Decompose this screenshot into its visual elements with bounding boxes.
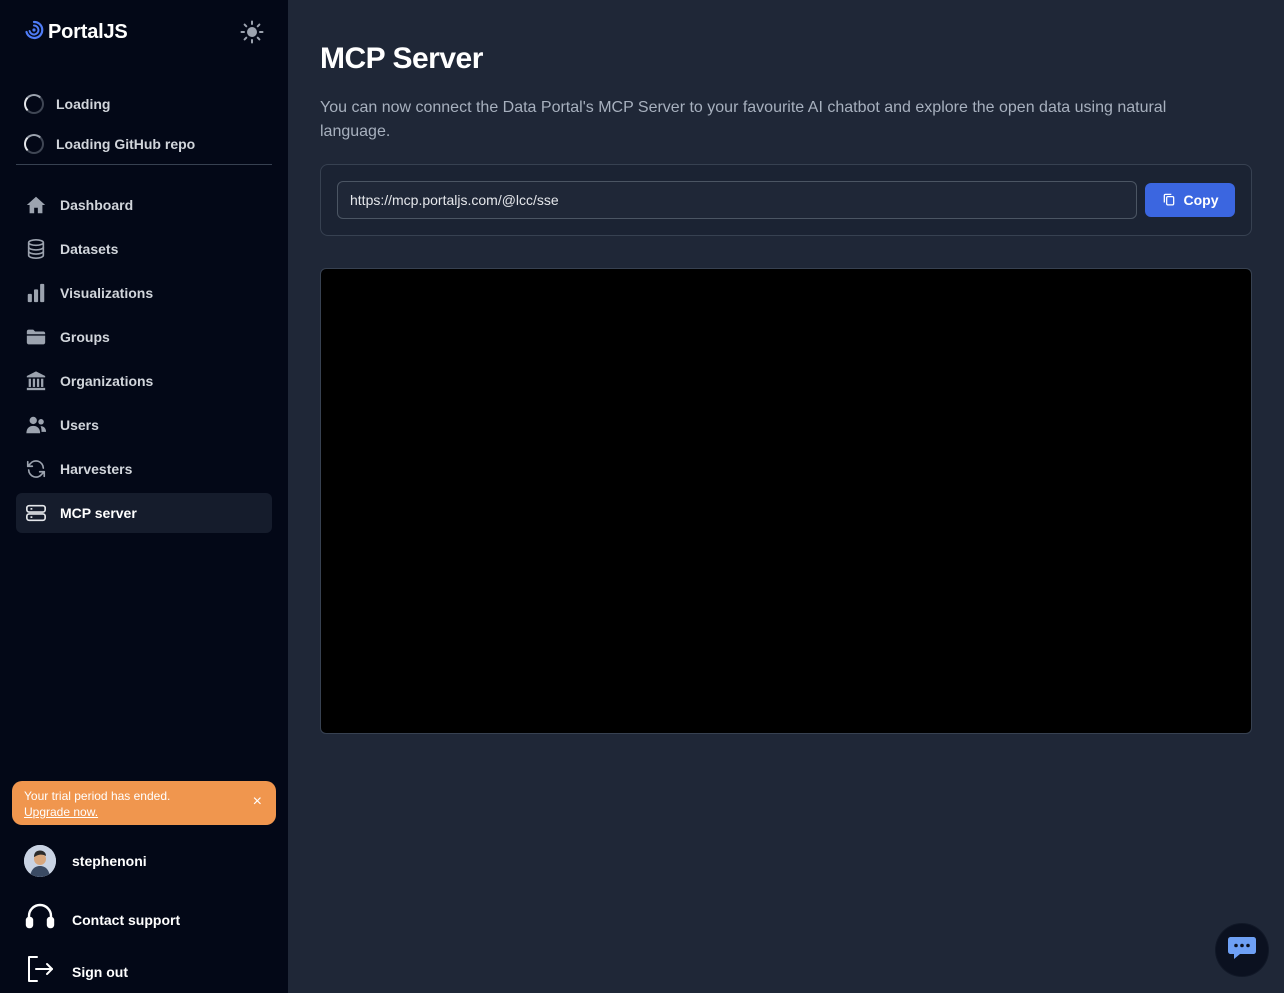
contact-support-label: Contact support (72, 911, 181, 928)
refresh-icon (24, 457, 48, 481)
sidebar-item-label: Users (60, 417, 99, 433)
sign-out-link[interactable]: Sign out (24, 953, 128, 990)
sidebar-item-label: Visualizations (60, 285, 154, 301)
sidebar: PortalJS Loading Loading GitHub repo Das… (0, 0, 288, 993)
home-icon (24, 193, 48, 217)
copy-button-label: Copy (1183, 192, 1219, 208)
avatar (24, 845, 56, 877)
brand-name: PortalJS (48, 21, 128, 43)
demo-video-player[interactable] (320, 268, 1252, 734)
theme-toggle-sun-icon[interactable] (240, 20, 264, 44)
contact-support-link[interactable]: Contact support (24, 901, 180, 938)
loading-item: Loading (24, 92, 195, 116)
mcp-url-input[interactable] (337, 181, 1137, 219)
loading-label: Loading GitHub repo (56, 136, 196, 152)
mcp-url-card: Copy (320, 164, 1252, 236)
main-content: MCP Server You can now connect the Data … (288, 0, 1284, 993)
loading-label: Loading (56, 96, 111, 112)
sidebar-item-label: Dashboard (60, 197, 134, 213)
sidebar-item-organizations[interactable]: Organizations (16, 361, 272, 401)
sidebar-item-visualizations[interactable]: Visualizations (16, 273, 272, 313)
sidebar-item-label: Organizations (60, 373, 154, 389)
user-profile[interactable]: stephenoni (24, 845, 147, 877)
headset-icon (24, 901, 56, 938)
sidebar-item-harvesters[interactable]: Harvesters (16, 449, 272, 489)
trial-message: Your trial period has ended. (24, 789, 171, 803)
sign-out-label: Sign out (72, 963, 128, 980)
sidebar-item-datasets[interactable]: Datasets (16, 229, 272, 269)
user-name: stephenoni (72, 853, 147, 869)
sidebar-nav: Dashboard Datasets Visualizations Groups… (16, 185, 272, 537)
sidebar-item-dashboard[interactable]: Dashboard (16, 185, 272, 225)
folder-icon (24, 325, 48, 349)
bar-chart-icon (24, 281, 48, 305)
server-icon (24, 501, 48, 525)
sign-out-icon (24, 953, 56, 990)
sidebar-item-label: Datasets (60, 241, 119, 257)
sidebar-item-groups[interactable]: Groups (16, 317, 272, 357)
spinner-icon (24, 134, 44, 154)
sidebar-divider (16, 164, 272, 165)
sidebar-item-mcp-server[interactable]: MCP server (16, 493, 272, 533)
upgrade-link[interactable]: Upgrade now. (24, 805, 98, 819)
page-title: MCP Server (320, 42, 483, 75)
spinner-icon (24, 94, 44, 114)
database-icon (24, 237, 48, 261)
sidebar-item-label: Harvesters (60, 461, 133, 477)
chat-bubble-icon (1227, 935, 1257, 966)
trial-banner: Your trial period has ended. Upgrade now… (12, 781, 276, 825)
sidebar-item-label: MCP server (60, 505, 137, 521)
building-icon (24, 369, 48, 393)
sidebar-item-users[interactable]: Users (16, 405, 272, 445)
loading-list: Loading Loading GitHub repo (24, 92, 195, 172)
brand-logo[interactable]: PortalJS (24, 20, 128, 45)
chat-widget-button[interactable] (1216, 924, 1268, 976)
loading-item-github: Loading GitHub repo (24, 132, 195, 156)
users-icon (24, 413, 48, 437)
close-icon[interactable]: × (253, 794, 262, 810)
page-description: You can now connect the Data Portal's MC… (320, 99, 1167, 140)
portaljs-logo-icon (24, 20, 44, 45)
copy-button[interactable]: Copy (1145, 183, 1235, 217)
sidebar-item-label: Groups (60, 329, 110, 345)
copy-icon (1162, 192, 1176, 209)
